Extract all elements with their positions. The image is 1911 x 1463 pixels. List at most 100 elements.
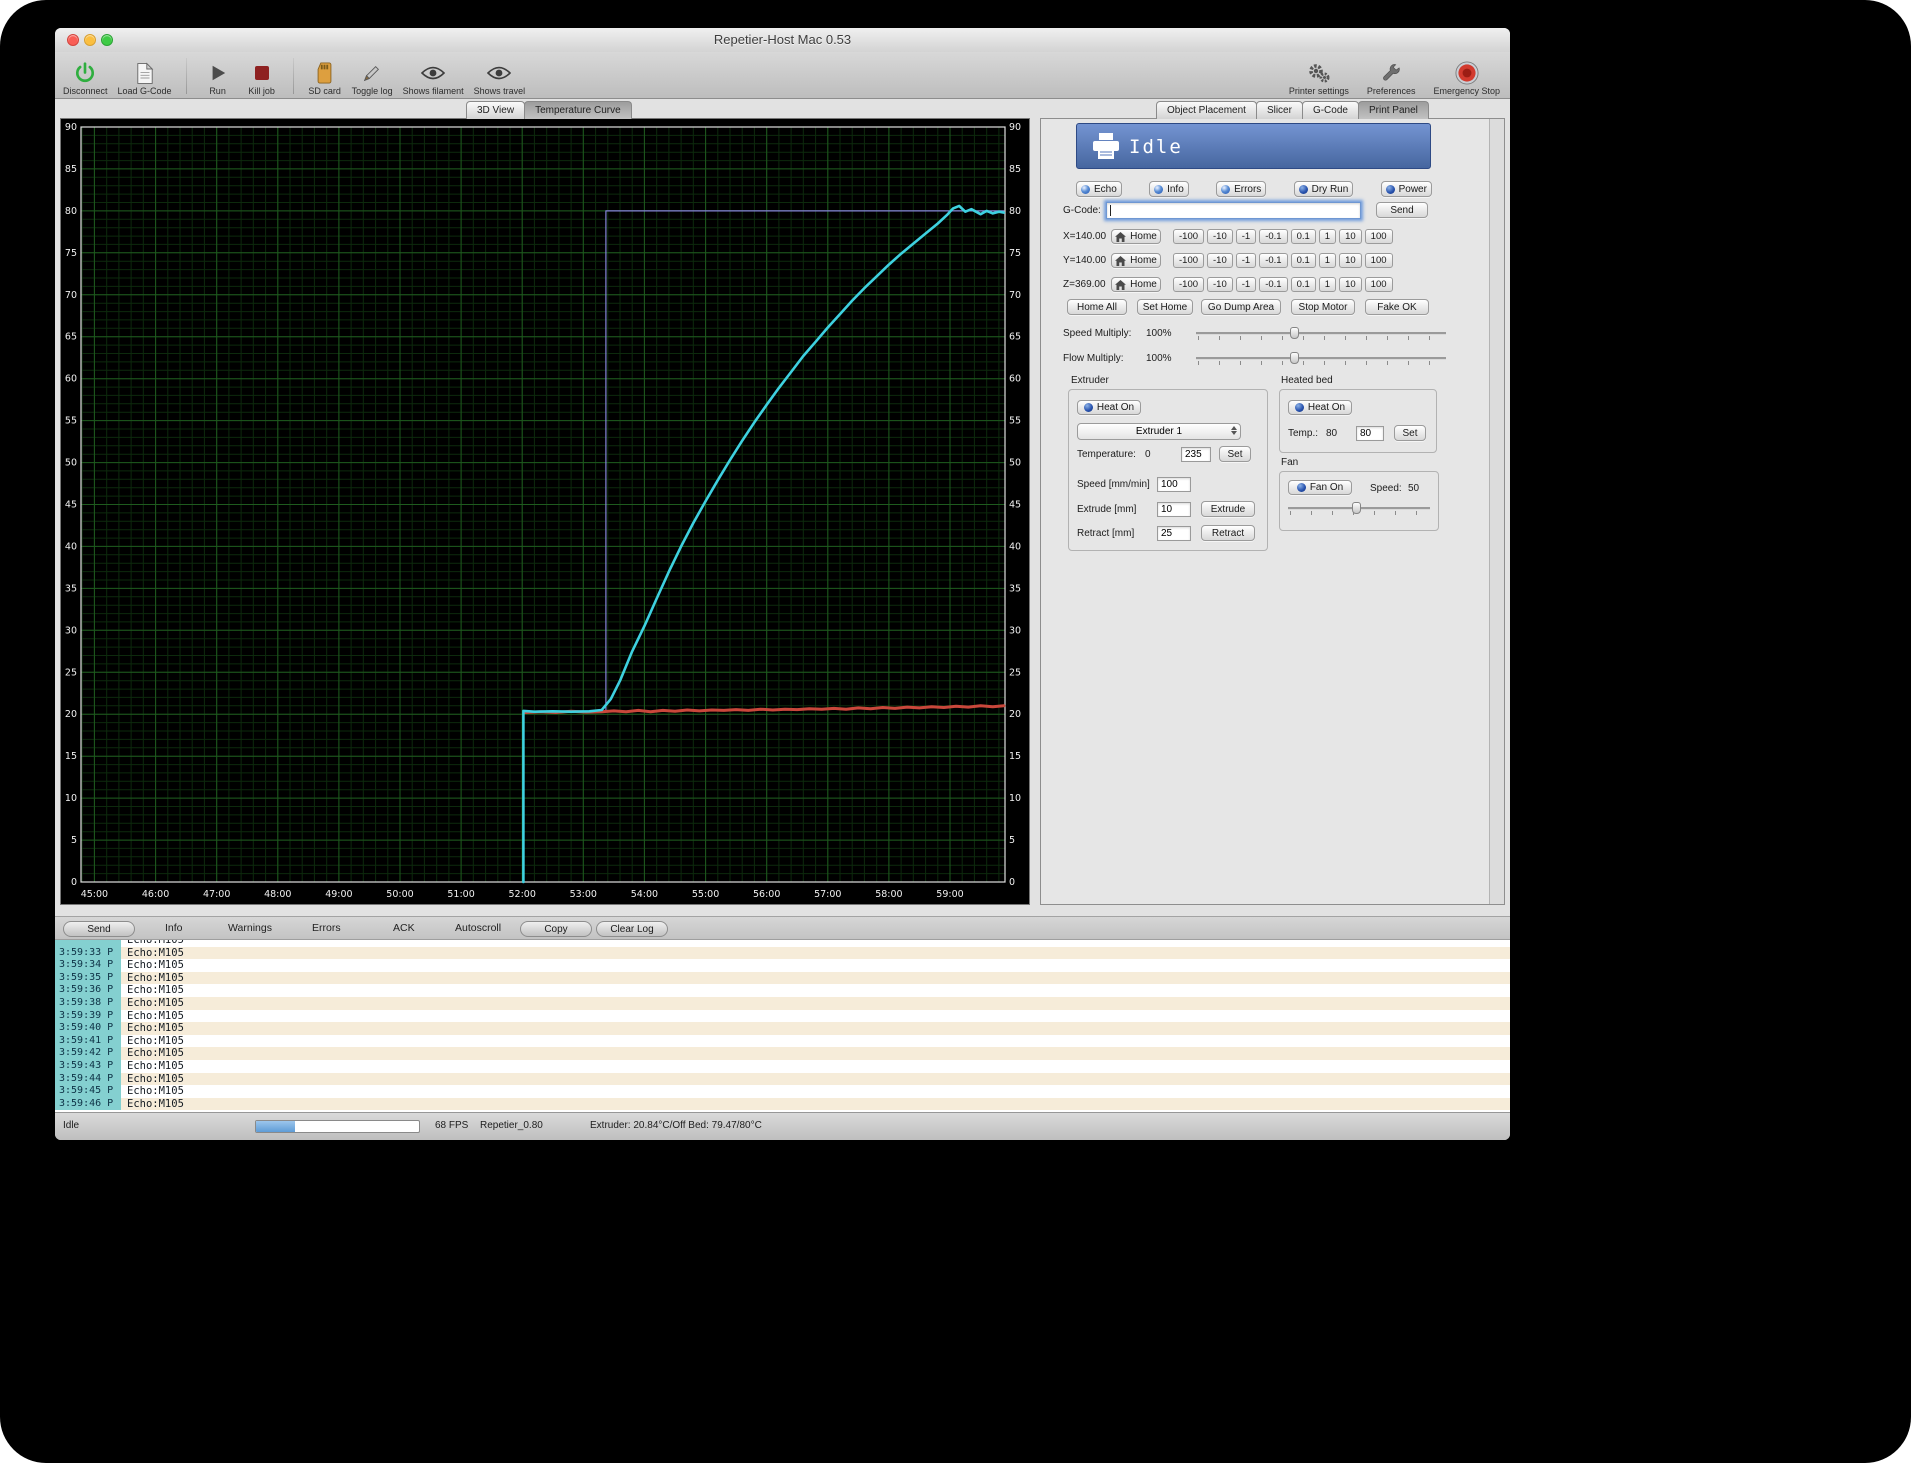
jog-y--10-button[interactable]: -10 bbox=[1207, 253, 1233, 268]
view-tabs: 3D View Temperature Curve bbox=[466, 101, 631, 119]
shows-filament-button[interactable]: Shows filament bbox=[403, 61, 464, 96]
print-panel-scrollbar[interactable] bbox=[1489, 119, 1504, 904]
disconnect-button[interactable]: Disconnect bbox=[63, 61, 108, 96]
jog-x--1-button[interactable]: -1 bbox=[1236, 229, 1256, 244]
tab-3d-view[interactable]: 3D View bbox=[466, 101, 525, 119]
jog-y-1-button[interactable]: 1 bbox=[1319, 253, 1336, 268]
sd-card-button[interactable]: SD card bbox=[308, 61, 342, 96]
jog-z-100-button[interactable]: 100 bbox=[1365, 277, 1393, 292]
extruder-speed-input[interactable]: 100 bbox=[1157, 477, 1191, 492]
emergency-stop-icon bbox=[1455, 61, 1479, 85]
tab-temperature-curve[interactable]: Temperature Curve bbox=[524, 101, 632, 119]
fan-on-button[interactable]: Fan On bbox=[1288, 480, 1352, 495]
gears-icon bbox=[1307, 61, 1331, 85]
emergency-stop-button[interactable]: Emergency Stop bbox=[1433, 61, 1500, 96]
jog-y-0.1-button[interactable]: 0.1 bbox=[1291, 253, 1316, 268]
status-firmware: Repetier_0.80 bbox=[480, 1120, 543, 1131]
svg-text:90: 90 bbox=[1009, 122, 1021, 133]
extruder-temperature-input[interactable]: 235 bbox=[1181, 447, 1211, 462]
errors-toggle-button[interactable]: Errors bbox=[1216, 181, 1266, 197]
toggle-log-button[interactable]: Toggle log bbox=[352, 61, 393, 96]
printer-settings-button[interactable]: Printer settings bbox=[1289, 61, 1349, 96]
shows-travel-button[interactable]: Shows travel bbox=[474, 61, 526, 96]
bed-heat-on-button[interactable]: Heat On bbox=[1288, 400, 1352, 415]
slider-thumb[interactable] bbox=[1290, 352, 1299, 364]
fake-ok-button[interactable]: Fake OK bbox=[1365, 299, 1429, 315]
svg-text:70: 70 bbox=[65, 290, 77, 301]
log-message: Echo:M105 bbox=[121, 972, 184, 985]
tab-g-code[interactable]: G-Code bbox=[1302, 101, 1359, 119]
dry-run-toggle-button[interactable]: Dry Run bbox=[1294, 181, 1354, 197]
extruder-temperature-set-button[interactable]: Set bbox=[1219, 446, 1251, 462]
home-z-button[interactable]: Home bbox=[1111, 277, 1161, 292]
log-filter-info[interactable]: Info bbox=[165, 922, 183, 934]
gcode-send-button[interactable]: Send bbox=[1376, 202, 1428, 218]
extruder-heat-on-button[interactable]: Heat On bbox=[1077, 400, 1141, 415]
retract-button[interactable]: Retract bbox=[1201, 525, 1255, 541]
jog-z--0.1-button[interactable]: -0.1 bbox=[1259, 277, 1287, 292]
kill-job-button[interactable]: Kill job bbox=[245, 61, 279, 96]
extrude-length-input[interactable]: 10 bbox=[1157, 502, 1191, 517]
jog-y-100-button[interactable]: 100 bbox=[1365, 253, 1393, 268]
echo-toggle-button[interactable]: Echo bbox=[1076, 181, 1122, 197]
jog-x-10-button[interactable]: 10 bbox=[1339, 229, 1362, 244]
jog-x-0.1-button[interactable]: 0.1 bbox=[1291, 229, 1316, 244]
jog-y--0.1-button[interactable]: -0.1 bbox=[1259, 253, 1287, 268]
tab-object-placement[interactable]: Object Placement bbox=[1156, 101, 1257, 119]
preferences-button[interactable]: Preferences bbox=[1367, 61, 1416, 96]
jog-y--100-button[interactable]: -100 bbox=[1173, 253, 1204, 268]
log-filter-warnings[interactable]: Warnings bbox=[228, 922, 272, 934]
fan-speed-slider[interactable] bbox=[1288, 502, 1430, 516]
load-gcode-button[interactable]: Load G-Code bbox=[118, 61, 172, 96]
svg-text:46:00: 46:00 bbox=[142, 889, 169, 900]
jog-z--10-button[interactable]: -10 bbox=[1207, 277, 1233, 292]
bed-temp-input[interactable]: 80 bbox=[1356, 426, 1384, 441]
jog-x--0.1-button[interactable]: -0.1 bbox=[1259, 229, 1287, 244]
jog-y--1-button[interactable]: -1 bbox=[1236, 253, 1256, 268]
home-x-button[interactable]: Home bbox=[1111, 229, 1161, 244]
speed-multiply-slider[interactable] bbox=[1196, 327, 1446, 341]
extrude-button[interactable]: Extrude bbox=[1201, 501, 1255, 517]
set-home-button[interactable]: Set Home bbox=[1137, 299, 1193, 315]
power-toggle-button[interactable]: Power bbox=[1381, 181, 1432, 197]
log-timestamp: 3:59:42 P bbox=[55, 1047, 121, 1060]
log-row: 3:59:33 PEcho:M105 bbox=[55, 947, 1510, 960]
jog-z--100-button[interactable]: -100 bbox=[1173, 277, 1204, 292]
bed-temp-set-button[interactable]: Set bbox=[1394, 425, 1426, 441]
jog-z-10-button[interactable]: 10 bbox=[1339, 277, 1362, 292]
stop-motor-button[interactable]: Stop Motor bbox=[1291, 299, 1355, 315]
retract-length-input[interactable]: 25 bbox=[1157, 526, 1191, 541]
run-button[interactable]: Run bbox=[201, 61, 235, 96]
flow-multiply-slider[interactable] bbox=[1196, 352, 1446, 366]
info-toggle-button[interactable]: Info bbox=[1149, 181, 1189, 197]
titlebar[interactable]: Repetier-Host Mac 0.53 bbox=[55, 28, 1510, 53]
jog-z-0.1-button[interactable]: 0.1 bbox=[1291, 277, 1316, 292]
slider-ticks bbox=[1198, 361, 1446, 365]
gcode-input[interactable] bbox=[1106, 202, 1361, 219]
go-dump-area-button[interactable]: Go Dump Area bbox=[1201, 299, 1281, 315]
log-copy-button[interactable]: Copy bbox=[520, 921, 592, 937]
jog-x--100-button[interactable]: -100 bbox=[1173, 229, 1204, 244]
slider-thumb[interactable] bbox=[1290, 327, 1299, 339]
jog-z--1-button[interactable]: -1 bbox=[1236, 277, 1256, 292]
svg-text:59:00: 59:00 bbox=[936, 889, 963, 900]
svg-text:53:00: 53:00 bbox=[570, 889, 597, 900]
jog-z-1-button[interactable]: 1 bbox=[1319, 277, 1336, 292]
jog-x--10-button[interactable]: -10 bbox=[1207, 229, 1233, 244]
tab-print-panel[interactable]: Print Panel bbox=[1358, 101, 1429, 119]
extruder-select[interactable]: Extruder 1 bbox=[1077, 423, 1241, 440]
home-all-button[interactable]: Home All bbox=[1067, 299, 1127, 315]
log-clear-button[interactable]: Clear Log bbox=[596, 921, 668, 937]
tab-slicer[interactable]: Slicer bbox=[1256, 101, 1303, 119]
log-send-button[interactable]: Send bbox=[63, 921, 135, 937]
log-filter-autoscroll[interactable]: Autoscroll bbox=[455, 922, 501, 934]
jog-y-10-button[interactable]: 10 bbox=[1339, 253, 1362, 268]
slider-thumb[interactable] bbox=[1352, 502, 1361, 514]
jog-x-100-button[interactable]: 100 bbox=[1365, 229, 1393, 244]
log-filter-ack[interactable]: ACK bbox=[393, 922, 415, 934]
home-y-button[interactable]: Home bbox=[1111, 253, 1161, 268]
log-filter-errors[interactable]: Errors bbox=[312, 922, 341, 934]
z-position-label: Z=369.00 bbox=[1063, 279, 1106, 290]
log-output[interactable]: Echo:M1053:59:33 PEcho:M1053:59:34 PEcho… bbox=[55, 940, 1510, 1112]
jog-x-1-button[interactable]: 1 bbox=[1319, 229, 1336, 244]
